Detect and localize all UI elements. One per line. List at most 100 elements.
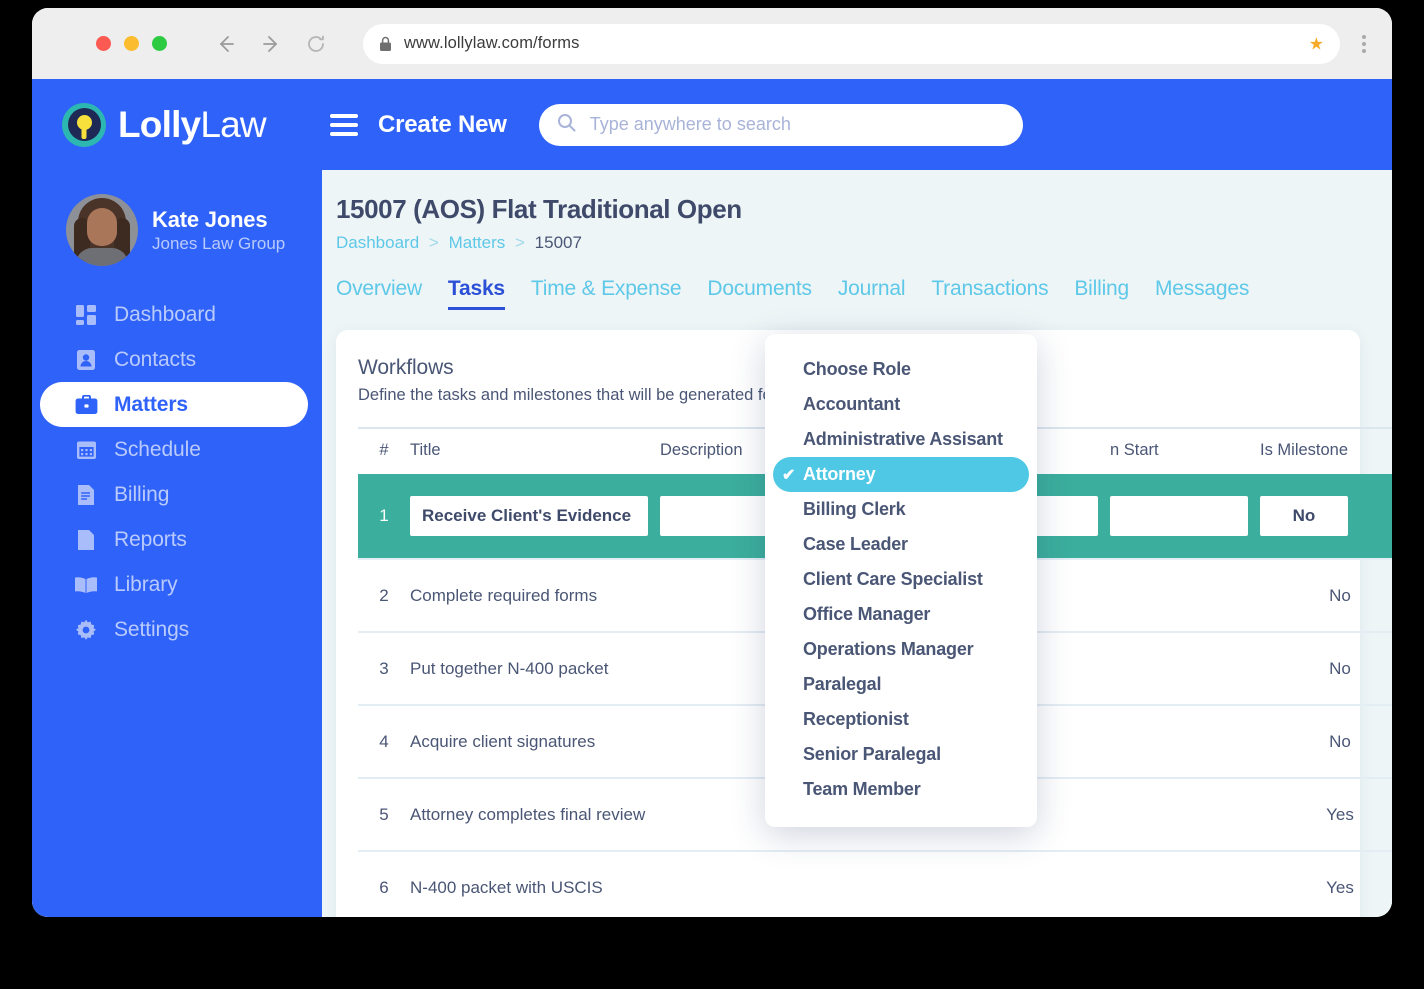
row-description bbox=[660, 850, 940, 917]
close-window-button[interactable] bbox=[96, 36, 111, 51]
sidebar-item-label: Schedule bbox=[114, 437, 201, 461]
sidebar-item-matters[interactable]: Matters bbox=[40, 382, 308, 427]
dropdown-item-senior-paralegal[interactable]: Senior Paralegal bbox=[773, 737, 1029, 772]
calendar-icon bbox=[74, 438, 98, 462]
invoice-icon bbox=[74, 483, 98, 507]
dropdown-item-office-manager[interactable]: Office Manager bbox=[773, 597, 1029, 632]
lock-icon bbox=[379, 36, 392, 52]
breadcrumb-current: 15007 bbox=[534, 233, 582, 252]
app-logo[interactable]: LollyLaw bbox=[32, 102, 322, 147]
breadcrumb-matters[interactable]: Matters bbox=[449, 233, 506, 252]
application-body: LollyLaw Create New Kate Jon bbox=[32, 79, 1392, 917]
address-bar[interactable]: www.lollylaw.com/forms ★ bbox=[363, 23, 1340, 64]
forward-arrow-icon[interactable] bbox=[260, 33, 282, 55]
page-title: 15007 (AOS) Flat Traditional Open bbox=[336, 194, 742, 224]
logo-word-lolly: Lolly bbox=[118, 103, 201, 145]
row-start bbox=[1110, 631, 1260, 705]
url-text: www.lollylaw.com/forms bbox=[404, 34, 580, 52]
row-start bbox=[1110, 777, 1260, 851]
search-input[interactable] bbox=[589, 114, 1005, 135]
window-traffic-lights bbox=[96, 36, 167, 51]
sidebar-item-settings[interactable]: Settings bbox=[40, 607, 308, 652]
sidebar-item-label: Matters bbox=[114, 392, 188, 416]
milestone-input[interactable] bbox=[1260, 496, 1348, 536]
search-icon bbox=[557, 113, 576, 137]
dropdown-item-case-leader[interactable]: Case Leader bbox=[773, 527, 1029, 562]
row-milestone: No bbox=[1260, 704, 1392, 778]
row-milestone: No bbox=[1260, 631, 1392, 705]
matter-tabs: Overview Tasks Time & Expense Documents … bbox=[336, 277, 1360, 310]
book-icon bbox=[74, 573, 98, 597]
dropdown-item-attorney[interactable]: ✔ Attorney bbox=[773, 457, 1029, 492]
tab-journal[interactable]: Journal bbox=[838, 277, 906, 310]
logo-wordmark: LollyLaw bbox=[118, 103, 267, 146]
sidebar-item-contacts[interactable]: Contacts bbox=[40, 337, 308, 382]
dropdown-item-receptionist[interactable]: Receptionist bbox=[773, 702, 1029, 737]
sidebar-item-library[interactable]: Library bbox=[40, 562, 308, 607]
sidebar-item-label: Billing bbox=[114, 482, 170, 506]
row-number: 6 bbox=[358, 850, 410, 917]
title-input[interactable] bbox=[410, 496, 648, 536]
dropdown-item-accountant[interactable]: Accountant bbox=[773, 387, 1029, 422]
user-profile[interactable]: Kate Jones Jones Law Group bbox=[32, 170, 322, 266]
row-title: Acquire client signatures bbox=[410, 704, 660, 778]
maximize-window-button[interactable] bbox=[152, 36, 167, 51]
sidebar-item-label: Dashboard bbox=[114, 302, 216, 326]
start-input[interactable] bbox=[1110, 496, 1248, 536]
breadcrumb-separator: > bbox=[428, 233, 439, 252]
row-number: 2 bbox=[358, 558, 410, 632]
sidebar-item-dashboard[interactable]: Dashboard bbox=[40, 292, 308, 337]
row-title: Attorney completes final review bbox=[410, 777, 660, 851]
sidebar-item-label: Reports bbox=[114, 527, 187, 551]
main-content: 15007 (AOS) Flat Traditional Open Dashbo… bbox=[322, 79, 1392, 917]
sidebar-item-label: Contacts bbox=[114, 347, 197, 371]
column-header-is-milestone: Is Milestone bbox=[1260, 427, 1392, 474]
row-title: N-400 packet with USCIS bbox=[410, 850, 660, 917]
profile-name: Kate Jones bbox=[152, 206, 268, 232]
tab-overview[interactable]: Overview bbox=[336, 277, 422, 310]
sidebar-item-reports[interactable]: Reports bbox=[40, 517, 308, 562]
tab-documents[interactable]: Documents bbox=[707, 277, 812, 310]
minimize-window-button[interactable] bbox=[124, 36, 139, 51]
tab-tasks[interactable]: Tasks bbox=[447, 277, 505, 310]
avatar bbox=[66, 194, 138, 266]
row-number: 1 bbox=[358, 474, 410, 559]
column-header-title: Title bbox=[410, 427, 660, 474]
back-arrow-icon[interactable] bbox=[215, 33, 237, 55]
sidebar-item-billing[interactable]: Billing bbox=[40, 472, 308, 517]
tab-transactions[interactable]: Transactions bbox=[931, 277, 1048, 310]
breadcrumb: Dashboard > Matters > 15007 bbox=[336, 233, 1360, 253]
gear-icon bbox=[74, 618, 98, 642]
lollylaw-logo-icon bbox=[62, 102, 106, 147]
row-milestone: Yes bbox=[1260, 777, 1392, 851]
dropdown-item-administrative-assisant[interactable]: Administrative Assisant bbox=[773, 422, 1029, 457]
role-dropdown-menu[interactable]: Choose Role Accountant Administrative As… bbox=[765, 334, 1037, 827]
global-search[interactable] bbox=[538, 103, 1023, 146]
dropdown-item-choose-role[interactable]: Choose Role bbox=[773, 352, 1029, 387]
app-top-bar: LollyLaw Create New bbox=[32, 79, 1392, 170]
row-start-cell bbox=[1110, 474, 1260, 559]
column-header-number: # bbox=[358, 427, 410, 474]
star-icon[interactable]: ★ bbox=[1309, 35, 1324, 52]
kebab-menu-icon[interactable] bbox=[1362, 34, 1366, 53]
hamburger-icon[interactable] bbox=[330, 113, 358, 136]
tab-messages[interactable]: Messages bbox=[1155, 277, 1249, 310]
table-row[interactable]: 6 N-400 packet with USCIS Yes bbox=[358, 850, 1392, 917]
dropdown-item-label: Attorney bbox=[803, 464, 876, 484]
dropdown-item-team-member[interactable]: Team Member bbox=[773, 772, 1029, 807]
briefcase-icon bbox=[74, 393, 98, 417]
dropdown-item-paralegal[interactable]: Paralegal bbox=[773, 667, 1029, 702]
sidebar-item-schedule[interactable]: Schedule bbox=[40, 427, 308, 472]
row-number: 3 bbox=[358, 631, 410, 705]
row-start bbox=[1110, 850, 1260, 917]
dropdown-item-operations-manager[interactable]: Operations Manager bbox=[773, 632, 1029, 667]
logo-word-law: Law bbox=[200, 103, 266, 145]
reload-icon[interactable] bbox=[305, 33, 327, 55]
dropdown-item-client-care-specialist[interactable]: Client Care Specialist bbox=[773, 562, 1029, 597]
browser-navigation-buttons bbox=[215, 33, 327, 55]
breadcrumb-dashboard[interactable]: Dashboard bbox=[336, 233, 419, 252]
create-new-button[interactable]: Create New bbox=[378, 111, 507, 139]
tab-time-expense[interactable]: Time & Expense bbox=[531, 277, 682, 310]
dropdown-item-billing-clerk[interactable]: Billing Clerk bbox=[773, 492, 1029, 527]
tab-billing[interactable]: Billing bbox=[1074, 277, 1129, 310]
